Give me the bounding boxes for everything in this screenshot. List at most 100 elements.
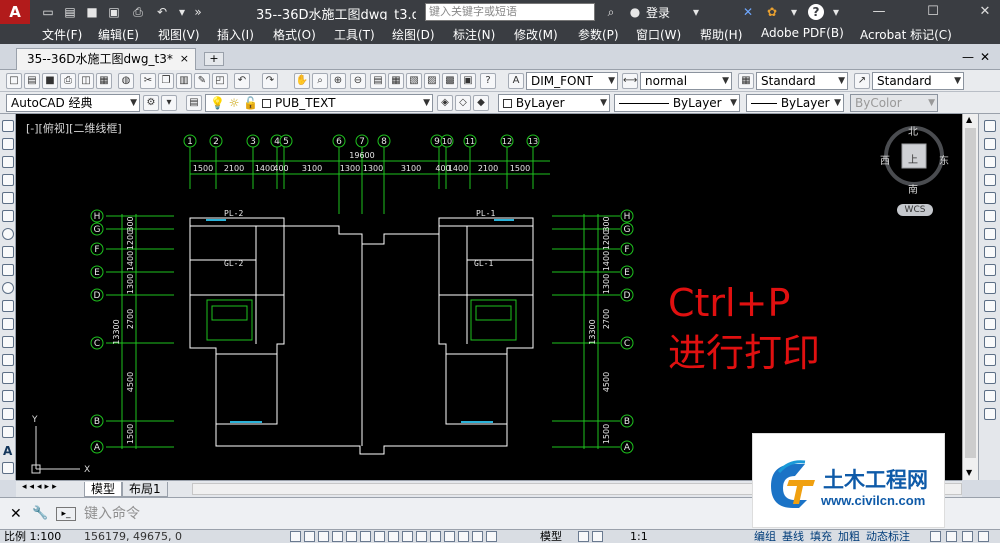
- dropdown-icon-2[interactable]: ▾: [786, 4, 802, 20]
- layer-select[interactable]: 💡 ☼ 🔓 PUB_TEXT ▼: [205, 94, 433, 112]
- window-minimize-icon[interactable]: —: [962, 50, 974, 64]
- search-input[interactable]: 键入关键字或短语: [425, 3, 595, 21]
- status-button-bold[interactable]: 加粗: [838, 530, 860, 543]
- vertical-scroll-thumb[interactable]: [965, 128, 976, 458]
- window-close-icon[interactable]: ✕: [980, 50, 990, 64]
- spline-icon[interactable]: [2, 264, 14, 276]
- undo-tool-icon[interactable]: ↶: [234, 73, 250, 89]
- help-tool-icon[interactable]: ?: [480, 73, 496, 89]
- autocad-app-icon[interactable]: A: [0, 0, 30, 24]
- menu-parameters[interactable]: 参数(P): [578, 26, 619, 43]
- fillet-icon[interactable]: [984, 372, 996, 384]
- sheet-set-icon[interactable]: ▨: [424, 73, 440, 89]
- menu-format[interactable]: 格式(O): [273, 26, 316, 43]
- user-icon[interactable]: ●: [628, 4, 642, 20]
- polar-tracking-icon[interactable]: [346, 531, 357, 542]
- make-current-layer-icon[interactable]: ◈: [437, 95, 453, 111]
- new-file-icon[interactable]: ▭: [40, 4, 56, 20]
- point-icon[interactable]: [2, 354, 14, 366]
- menu-insert[interactable]: 插入(I): [217, 26, 254, 43]
- exchange-icon[interactable]: ✕: [740, 4, 756, 20]
- selection-cycling-icon[interactable]: [472, 531, 483, 542]
- status-button-group[interactable]: 编组: [754, 530, 776, 543]
- menu-help[interactable]: 帮助(H): [700, 26, 742, 43]
- connect-icon[interactable]: ✿: [764, 4, 780, 20]
- lock-ui-icon[interactable]: [930, 531, 941, 542]
- rectangle-icon[interactable]: [2, 192, 14, 204]
- cut-icon[interactable]: ✂: [140, 73, 156, 89]
- extend-icon[interactable]: [984, 300, 996, 312]
- help-dropdown-icon[interactable]: ▾: [828, 4, 844, 20]
- save-as-icon[interactable]: ▣: [106, 4, 122, 20]
- dynamic-input-icon[interactable]: [416, 531, 427, 542]
- scroll-up-icon[interactable]: ▲: [966, 115, 972, 124]
- tab-model[interactable]: 模型: [84, 482, 123, 497]
- viewcube-east[interactable]: 东: [939, 152, 949, 167]
- command-history-icon[interactable]: ▸_: [56, 507, 76, 521]
- close-icon[interactable]: ✕: [972, 2, 998, 22]
- wcs-menu[interactable]: WCS: [897, 204, 933, 216]
- workspace-settings-icon[interactable]: ⚙: [143, 95, 159, 111]
- ortho-mode-icon[interactable]: [332, 531, 343, 542]
- layer-previous-icon[interactable]: ◇: [455, 95, 471, 111]
- linetype-select[interactable]: ByLayer ▼: [614, 94, 740, 112]
- mtext-icon[interactable]: A: [3, 444, 12, 458]
- layer-properties-icon[interactable]: ▤: [186, 95, 202, 111]
- snap-mode-icon[interactable]: [304, 531, 315, 542]
- isolate-objects-icon[interactable]: [962, 531, 973, 542]
- copy-icon[interactable]: ❐: [158, 73, 174, 89]
- properties-icon[interactable]: ▤: [370, 73, 386, 89]
- revcloud-icon[interactable]: [2, 246, 14, 258]
- workspace-extra-icon[interactable]: ▾: [161, 95, 177, 111]
- plot-preview-icon[interactable]: ◫: [78, 73, 94, 89]
- circle-icon[interactable]: [2, 228, 14, 240]
- menu-view[interactable]: 视图(V): [158, 26, 200, 43]
- offset-icon[interactable]: [984, 174, 996, 186]
- dimension-style-icon[interactable]: ⟷: [622, 73, 638, 89]
- scroll-down-icon[interactable]: ▼: [966, 468, 972, 477]
- table-style-select[interactable]: Standard ▼: [756, 72, 848, 90]
- transparency-icon[interactable]: [444, 531, 455, 542]
- vertical-scrollbar[interactable]: ▲ ▼: [962, 114, 978, 480]
- save-file-icon[interactable]: ■: [42, 73, 58, 89]
- sign-in-link[interactable]: 登录: [646, 4, 670, 21]
- qnew-icon[interactable]: □: [6, 73, 22, 89]
- coordinate-readout[interactable]: 156179, 49675, 0: [84, 530, 182, 543]
- design-center-icon[interactable]: ▦: [388, 73, 404, 89]
- more-icon[interactable]: »: [190, 4, 206, 20]
- redo-tool-icon[interactable]: ↷: [262, 73, 278, 89]
- object-snap-icon[interactable]: [360, 531, 371, 542]
- quick-properties-icon[interactable]: [458, 531, 469, 542]
- move-icon[interactable]: [984, 210, 996, 222]
- menu-draw[interactable]: 绘图(D): [392, 26, 435, 43]
- clean-screen-icon[interactable]: [978, 531, 989, 542]
- command-close-icon[interactable]: ✕: [10, 506, 22, 522]
- lineweight-display-icon[interactable]: [430, 531, 441, 542]
- match-properties-icon[interactable]: ✎: [194, 73, 210, 89]
- maximize-icon[interactable]: ☐: [920, 2, 946, 22]
- menu-modify[interactable]: 修改(M): [514, 26, 558, 43]
- erase-icon[interactable]: [984, 120, 996, 132]
- multileader-style-select[interactable]: Standard ▼: [872, 72, 964, 90]
- blend-icon[interactable]: [984, 390, 996, 402]
- status-button-baseline[interactable]: 基线: [782, 530, 804, 543]
- text-style-select[interactable]: normal ▼: [640, 72, 732, 90]
- quick-view-drawings-icon[interactable]: [592, 531, 603, 542]
- region-icon[interactable]: [2, 408, 14, 420]
- multileader-style-icon[interactable]: ↗: [854, 73, 870, 89]
- dynamic-ucs-icon[interactable]: [402, 531, 413, 542]
- menu-dimension[interactable]: 标注(N): [453, 26, 495, 43]
- color-select[interactable]: ByLayer ▼: [498, 94, 610, 112]
- undo-dropdown-icon[interactable]: ▾: [174, 4, 190, 20]
- new-tab-button[interactable]: +: [204, 52, 224, 66]
- plot-icon[interactable]: ⎙: [60, 73, 76, 89]
- menu-acrobat-markup[interactable]: Acrobat 标记(C): [860, 26, 952, 43]
- command-settings-icon[interactable]: 🔧: [32, 506, 48, 521]
- join-icon[interactable]: [984, 336, 996, 348]
- make-block-icon[interactable]: [2, 336, 14, 348]
- 3d-print-icon[interactable]: ◍: [118, 73, 134, 89]
- text-style-icon[interactable]: A: [508, 73, 524, 89]
- help-icon[interactable]: ?: [808, 4, 824, 20]
- mirror-icon[interactable]: [984, 156, 996, 168]
- zoom-window-icon[interactable]: ⊕: [330, 73, 346, 89]
